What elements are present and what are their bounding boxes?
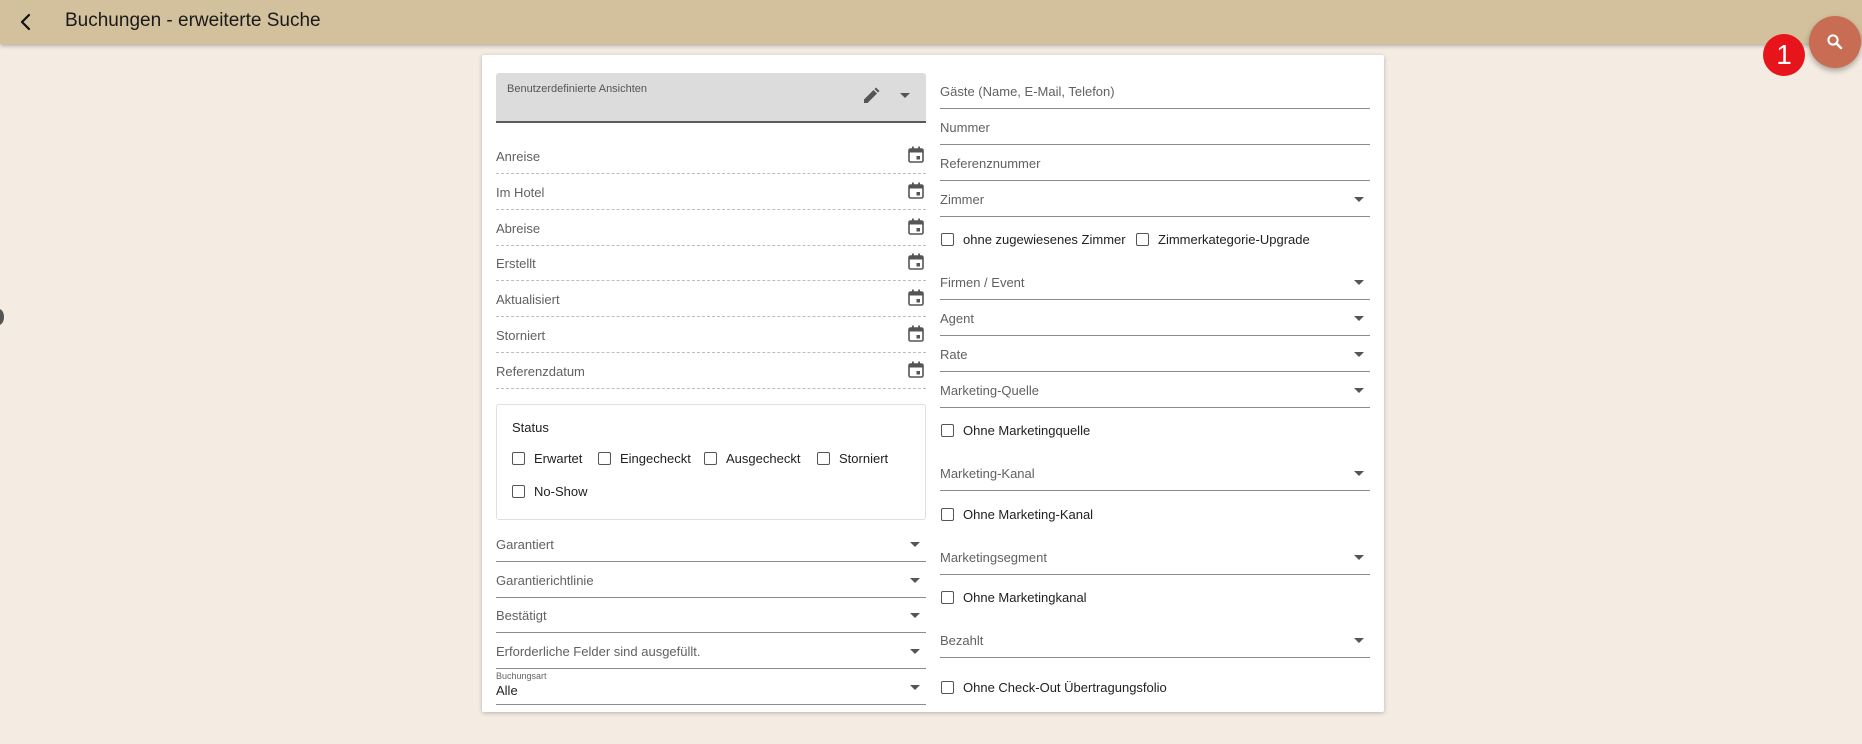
- room-select[interactable]: Zimmer: [940, 181, 1370, 217]
- rate-select[interactable]: Rate: [940, 336, 1370, 372]
- no-marketing-source-checkbox[interactable]: Ohne Marketingquelle: [941, 423, 1090, 438]
- caret-down-icon: [910, 685, 920, 690]
- room-upgrade-checkbox[interactable]: Zimmerkategorie-Upgrade: [1136, 232, 1310, 247]
- checkbox[interactable]: [512, 452, 525, 465]
- calendar-icon[interactable]: [908, 146, 924, 163]
- required-fields-select[interactable]: Erforderliche Felder sind ausgefüllt.: [496, 633, 926, 669]
- caret-down-icon: [910, 578, 920, 583]
- caret-down-icon: [1354, 388, 1364, 393]
- status-checked-out-checkbox[interactable]: Ausgecheckt: [704, 451, 800, 466]
- caret-down-icon: [910, 542, 920, 547]
- reference-date-label: Referenzdatum: [496, 364, 585, 379]
- guaranteed-select[interactable]: Garantiert: [496, 526, 926, 562]
- arrow-back-icon: [20, 13, 31, 31]
- custom-views-select[interactable]: Benutzerdefinierte Ansichten: [496, 73, 926, 123]
- caret-down-icon: [1354, 352, 1364, 357]
- marketing-channel-select[interactable]: Marketing-Kanal: [940, 455, 1370, 491]
- caret-down-icon[interactable]: [900, 93, 910, 98]
- caret-down-icon: [1354, 555, 1364, 560]
- app-bar: Buchungen - erweiterte Suche: [0, 0, 1862, 44]
- checkbox[interactable]: [704, 452, 717, 465]
- calendar-icon[interactable]: [908, 325, 924, 342]
- calendar-icon[interactable]: [908, 182, 924, 199]
- reference-number-input[interactable]: Referenznummer: [940, 145, 1370, 181]
- updated-label: Aktualisiert: [496, 292, 560, 307]
- confirmed-select[interactable]: Bestätigt: [496, 597, 926, 633]
- caret-down-icon: [910, 649, 920, 654]
- checkbox[interactable]: [1136, 233, 1149, 246]
- caret-down-icon: [1354, 316, 1364, 321]
- no-checkout-folio-checkbox[interactable]: Ohne Check-Out Übertragungsfolio: [941, 680, 1167, 695]
- status-group: Status Erwartet Eingecheckt Ausgecheckt …: [496, 404, 926, 520]
- status-checked-in-checkbox[interactable]: Eingecheckt: [598, 451, 691, 466]
- caret-down-icon: [1354, 638, 1364, 643]
- search-button[interactable]: [1809, 16, 1861, 68]
- back-button[interactable]: [10, 6, 42, 38]
- calendar-icon[interactable]: [908, 361, 924, 378]
- caret-down-icon: [1354, 280, 1364, 285]
- guests-input[interactable]: Gäste (Name, E-Mail, Telefon): [940, 73, 1370, 109]
- booking-type-label: Buchungsart: [496, 671, 547, 681]
- no-room-assigned-checkbox[interactable]: ohne zugewiesenes Zimmer: [941, 232, 1126, 247]
- booking-type-value: Alle: [496, 683, 518, 698]
- departure-label: Abreise: [496, 221, 541, 236]
- checkbox[interactable]: [941, 681, 954, 694]
- page-title: Buchungen - erweiterte Suche: [65, 10, 321, 31]
- updated-date-field[interactable]: Aktualisiert: [496, 281, 926, 317]
- calendar-icon[interactable]: [908, 218, 924, 235]
- departure-date-field[interactable]: Abreise: [496, 210, 926, 246]
- guarantee-policy-select[interactable]: Garantierichtlinie: [496, 562, 926, 598]
- agent-select[interactable]: Agent: [940, 300, 1370, 336]
- arrival-date-field[interactable]: Anreise: [496, 138, 926, 174]
- custom-views-label: Benutzerdefinierte Ansichten: [507, 83, 648, 95]
- paid-select[interactable]: Bezahlt: [940, 622, 1370, 658]
- caret-down-icon: [1354, 471, 1364, 476]
- pencil-icon[interactable]: [862, 87, 880, 105]
- created-date-field[interactable]: Erstellt: [496, 245, 926, 281]
- reference-date-field[interactable]: Referenzdatum: [496, 353, 926, 389]
- arrival-label: Anreise: [496, 149, 541, 164]
- step-badge: 1: [1763, 34, 1805, 76]
- cancelled-label: Storniert: [496, 328, 546, 343]
- status-cancelled-checkbox[interactable]: Storniert: [817, 451, 888, 466]
- caret-down-icon: [910, 613, 920, 618]
- calendar-icon[interactable]: [908, 253, 924, 270]
- checkbox[interactable]: [941, 424, 954, 437]
- checkbox[interactable]: [941, 233, 954, 246]
- cancelled-date-field[interactable]: Storniert: [496, 317, 926, 353]
- edge-handle[interactable]: [0, 309, 4, 325]
- marketing-source-select[interactable]: Marketing-Quelle: [940, 372, 1370, 408]
- checkbox[interactable]: [817, 452, 830, 465]
- in-hotel-label: Im Hotel: [496, 185, 545, 200]
- number-input[interactable]: Nummer: [940, 109, 1370, 145]
- in-hotel-date-field[interactable]: Im Hotel: [496, 174, 926, 210]
- marketing-segment-select[interactable]: Marketingsegment: [940, 539, 1370, 575]
- caret-down-icon: [1354, 197, 1364, 202]
- created-label: Erstellt: [496, 256, 536, 271]
- status-expected-checkbox[interactable]: Erwartet: [512, 451, 582, 466]
- search-form-card: Benutzerdefinierte Ansichten Anreise Im …: [482, 55, 1384, 712]
- checkbox[interactable]: [941, 508, 954, 521]
- checkbox[interactable]: [941, 591, 954, 604]
- checkbox[interactable]: [598, 452, 611, 465]
- checkbox[interactable]: [512, 485, 525, 498]
- calendar-icon[interactable]: [908, 289, 924, 306]
- booking-type-select[interactable]: Buchungsart Alle: [496, 669, 926, 705]
- no-marketing-channel-checkbox[interactable]: Ohne Marketing-Kanal: [941, 507, 1093, 522]
- search-icon: [1827, 34, 1843, 50]
- no-marketing-segment-checkbox[interactable]: Ohne Marketingkanal: [941, 590, 1087, 605]
- status-title: Status: [512, 420, 549, 435]
- companies-select[interactable]: Firmen / Event: [940, 264, 1370, 300]
- status-no-show-checkbox[interactable]: No-Show: [512, 484, 587, 499]
